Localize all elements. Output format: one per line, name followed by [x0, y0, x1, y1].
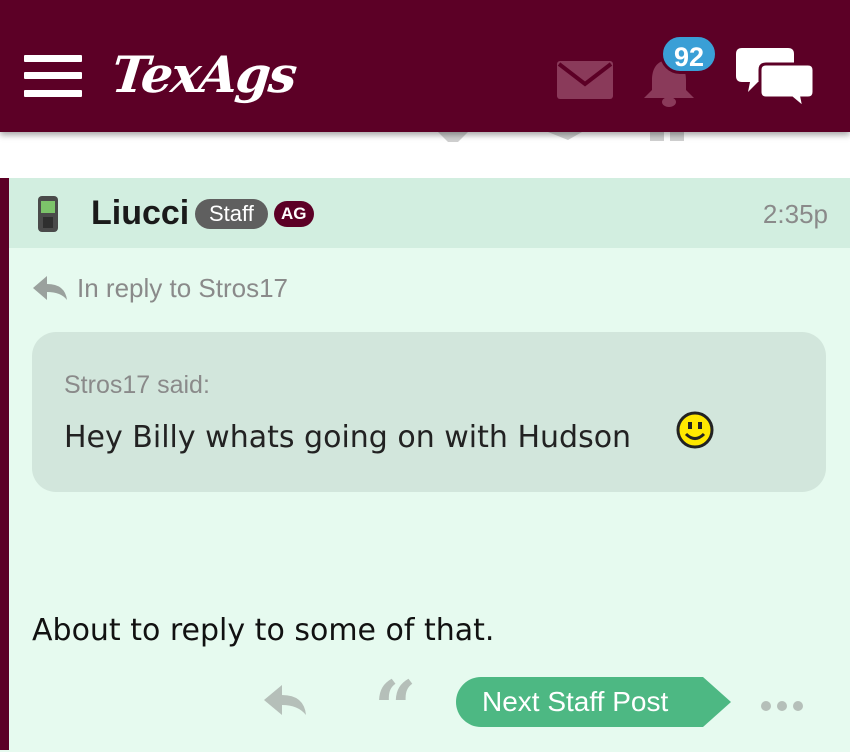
quote-block: Stros17 said: Hey Billy whats going on w… [32, 332, 826, 492]
next-staff-post-button[interactable]: Next Staff Post [456, 677, 731, 727]
quote-author: Stros17 said: [64, 371, 210, 399]
quote-icon[interactable]: “ [374, 672, 417, 746]
notification-count-badge[interactable]: 92 [660, 34, 718, 74]
post-username[interactable]: Liucci [91, 192, 189, 234]
menu-icon[interactable] [24, 55, 82, 97]
phone-icon [38, 196, 58, 232]
post-timestamp: 2:35p [762, 199, 828, 229]
site-logo[interactable]: TexAgs [109, 44, 299, 106]
staff-badge: Staff [195, 199, 268, 229]
star-icon[interactable] [438, 132, 468, 144]
in-reply-to-text[interactable]: In reply to Stros17 [77, 270, 288, 306]
chat-bubbles-icon[interactable] [736, 46, 816, 110]
post-header: Liucci Staff AG 2:35p [9, 178, 850, 248]
quote-text: Hey Billy whats going on with Hudson [64, 420, 632, 455]
thread-toolbar [0, 132, 850, 180]
top-nav-bar: TexAgs 92 [0, 0, 850, 132]
grid-icon[interactable] [650, 132, 686, 142]
ag-badge: AG [274, 201, 314, 227]
mail-icon[interactable] [556, 60, 614, 100]
next-staff-post-label[interactable]: Next Staff Post [482, 677, 668, 727]
more-icon[interactable] [761, 696, 809, 715]
reply-button[interactable] [264, 683, 308, 717]
reply-arrow-icon [33, 276, 67, 300]
smiley-icon [676, 411, 714, 449]
share-icon[interactable] [548, 132, 582, 142]
forum-post: Liucci Staff AG 2:35p In reply to Stros1… [0, 178, 850, 750]
post-body: About to reply to some of that. [32, 613, 495, 648]
